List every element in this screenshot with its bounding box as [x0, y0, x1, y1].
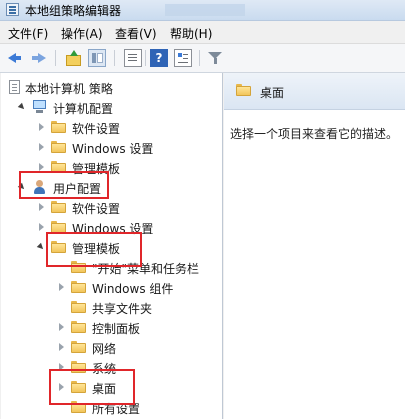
computer-icon: [32, 100, 47, 114]
tree-item-software-settings[interactable]: 软件设置: [1, 197, 222, 217]
folder-icon: [51, 201, 66, 213]
tree-item-root[interactable]: 本地计算机 策略: [1, 77, 222, 97]
tree-item-shared-folders[interactable]: 共享文件夹: [1, 297, 222, 317]
help-icon[interactable]: ?: [150, 49, 168, 67]
expand-arrow-icon[interactable]: [58, 383, 66, 391]
export-icon[interactable]: [124, 49, 142, 67]
folder-icon: [71, 381, 86, 393]
tree-item-windows-components[interactable]: Windows 组件: [1, 277, 222, 297]
tree-item-label: 计算机配置: [53, 102, 114, 116]
tree-item-start-menu-taskbar[interactable]: "开始"菜单和任务栏: [1, 257, 222, 277]
details-description: 选择一个项目来查看它的描述。: [230, 127, 399, 141]
properties-icon[interactable]: [174, 49, 192, 67]
tree-item-label: 本地计算机 策略: [25, 82, 113, 96]
title-bar: 本地组策略编辑器: [0, 0, 405, 21]
tree-item-computer-config[interactable]: 计算机配置: [1, 97, 222, 117]
pane-toggle-icon[interactable]: [88, 49, 106, 67]
tree-item-label: 用户配置: [53, 182, 102, 196]
folder-icon: [51, 241, 66, 253]
tree-item-user-config[interactable]: 用户配置: [1, 177, 222, 197]
window-title: 本地组策略编辑器: [25, 4, 122, 18]
expand-arrow-icon[interactable]: [38, 243, 46, 251]
expand-arrow-icon[interactable]: [38, 203, 46, 211]
tree-item-label: 系统: [92, 362, 117, 376]
menu-bar: 文件(F) 操作(A) 查看(V) 帮助(H): [0, 21, 405, 44]
toolbar-separator: [145, 50, 146, 66]
folder-icon: [236, 84, 251, 96]
toolbar-separator: [199, 50, 200, 66]
policy-document-icon: [9, 80, 20, 94]
folder-icon: [51, 141, 66, 153]
tree-item-label: 网络: [92, 342, 117, 356]
toolbar-separator: [114, 50, 115, 66]
tree-item-label: 软件设置: [72, 122, 121, 136]
tree-item-label: 桌面: [92, 382, 117, 396]
folder-icon: [71, 341, 86, 353]
tree-item-software-settings[interactable]: 软件设置: [1, 117, 222, 137]
forward-icon[interactable]: [30, 49, 48, 67]
tree-item-network[interactable]: 网络: [1, 337, 222, 357]
tree-item-admin-templates[interactable]: 管理模板: [1, 157, 222, 177]
expand-arrow-icon[interactable]: [58, 283, 66, 291]
folder-icon: [71, 361, 86, 373]
menu-view[interactable]: 查看(V): [115, 25, 157, 42]
title-bar-blur: [165, 4, 245, 16]
folder-icon: [71, 321, 86, 333]
tree-item-label: 所有设置: [92, 402, 141, 416]
up-icon[interactable]: [64, 49, 82, 67]
tree-item-system[interactable]: 系统: [1, 357, 222, 377]
tree-pane: 本地计算机 策略 计算机配置 软件设置 Windows 设置 管理模板 用户配置…: [1, 73, 223, 419]
tree-item-label: "开始"菜单和任务栏: [92, 262, 200, 276]
tree-item-label: 控制面板: [92, 322, 141, 336]
tree-item-all-settings[interactable]: 所有设置: [1, 397, 222, 417]
menu-help[interactable]: 帮助(H): [170, 25, 212, 42]
folder-icon: [51, 221, 66, 233]
folder-icon: [71, 301, 86, 313]
expand-arrow-icon[interactable]: [58, 363, 66, 371]
app-icon: [6, 3, 19, 16]
filter-icon[interactable]: [206, 49, 224, 67]
expand-arrow-icon[interactable]: [19, 103, 27, 111]
folder-icon: [51, 121, 66, 133]
tree-item-label: Windows 组件: [92, 282, 174, 296]
expand-arrow-icon[interactable]: [38, 223, 46, 231]
tree-item-windows-settings[interactable]: Windows 设置: [1, 217, 222, 237]
tree-item-desktop[interactable]: 桌面: [1, 377, 222, 397]
tree-item-windows-settings[interactable]: Windows 设置: [1, 137, 222, 157]
expand-arrow-icon[interactable]: [38, 143, 46, 151]
details-pane: 桌面 选择一个项目来查看它的描述。: [224, 73, 405, 419]
expand-arrow-icon[interactable]: [58, 323, 66, 331]
tree-item-control-panel[interactable]: 控制面板: [1, 317, 222, 337]
expand-arrow-icon[interactable]: [19, 183, 27, 191]
folder-icon: [71, 281, 86, 293]
expand-arrow-icon[interactable]: [38, 163, 46, 171]
tree-item-label: Windows 设置: [72, 222, 154, 236]
tree-item-label: 管理模板: [72, 242, 121, 256]
tree-item-admin-templates[interactable]: 管理模板: [1, 237, 222, 257]
settings-icon: [71, 401, 86, 413]
tree-item-label: 管理模板: [72, 162, 121, 176]
details-title: 桌面: [260, 86, 285, 100]
toolbar-separator: [55, 50, 56, 66]
details-header: 桌面: [224, 73, 405, 110]
user-icon: [32, 180, 47, 195]
menu-file[interactable]: 文件(F): [8, 25, 48, 42]
tree-item-label: 共享文件夹: [92, 302, 153, 316]
expand-arrow-icon[interactable]: [38, 123, 46, 131]
tree-item-label: 软件设置: [72, 202, 121, 216]
folder-icon: [71, 261, 86, 273]
folder-icon: [51, 161, 66, 173]
expand-arrow-icon[interactable]: [58, 343, 66, 351]
tree-item-label: Windows 设置: [72, 142, 154, 156]
toolbar: ?: [0, 44, 405, 73]
back-icon[interactable]: [6, 49, 24, 67]
menu-action[interactable]: 操作(A): [61, 25, 103, 42]
